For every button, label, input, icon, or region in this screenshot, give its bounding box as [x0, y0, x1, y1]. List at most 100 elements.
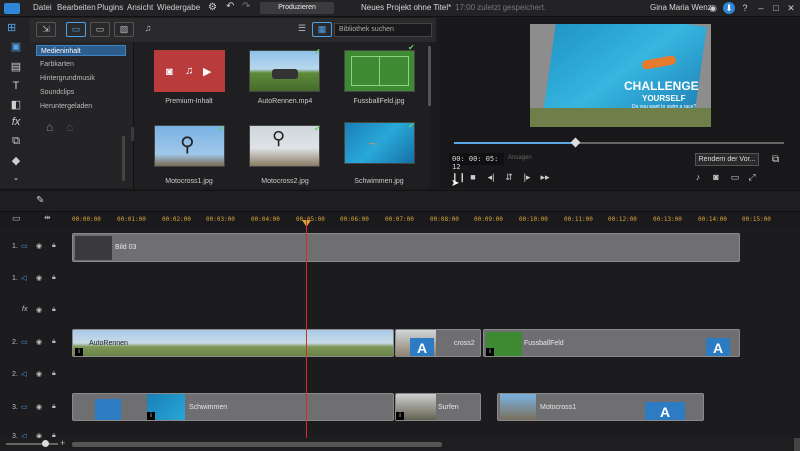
update-icon[interactable]: ⬇ [723, 2, 735, 14]
clip-info-icon[interactable]: i [486, 348, 494, 356]
library-scrollbar[interactable] [428, 46, 431, 106]
screen-layout-icon[interactable]: ⧉ [772, 154, 779, 165]
media-thumb-autorennen[interactable] [249, 50, 320, 92]
volume-icon[interactable]: ♪ [692, 171, 704, 183]
menu-wiedergabe[interactable]: Wiedergabe [157, 3, 200, 12]
library-search-input[interactable]: Bibliothek suchen [334, 23, 432, 37]
media-room-icon[interactable]: ▣ [8, 40, 24, 54]
stop-icon[interactable]: ■ [467, 171, 479, 183]
remove-tag-icon[interactable]: ⌂ [66, 120, 73, 134]
more-rooms-icon[interactable]: ⌄ [8, 173, 24, 187]
category-scrollbar[interactable] [122, 136, 125, 181]
media-thumb-motocross2[interactable]: ⚲ [249, 125, 320, 167]
transition-room-icon[interactable]: ◧ [8, 98, 24, 112]
clip-info-icon[interactable]: i [75, 348, 83, 356]
audio-track-icon[interactable]: ◁ [21, 274, 26, 282]
category-heruntergeladen[interactable]: Heruntergeladen [36, 101, 126, 112]
category-soundclips[interactable]: Soundclips [36, 87, 126, 98]
timeline-clip-bild[interactable]: Bild 03 [72, 233, 740, 262]
import-media-icon[interactable]: ⊞ [7, 21, 16, 34]
lock-icon[interactable]: 🔒︎ [52, 306, 56, 314]
close-icon[interactable]: ✕ [785, 2, 797, 14]
visibility-eye-icon[interactable]: ◉ [36, 403, 42, 411]
filter-audio-icon[interactable]: ♫ [138, 22, 158, 37]
category-farbkarten[interactable]: Farbkarten [36, 59, 126, 70]
minimize-icon[interactable]: – [755, 2, 767, 14]
prev-frame-icon[interactable]: ◂| [485, 171, 497, 183]
category-medieninhalt[interactable]: Medieninhalt [36, 45, 126, 56]
filter-image-icon[interactable]: ▨ [114, 22, 134, 37]
template-room-icon[interactable]: ▤ [8, 60, 24, 74]
premium-content-thumb[interactable]: ◙ ♫ ▶ [154, 50, 225, 92]
zoom-slider-handle[interactable] [42, 440, 49, 447]
add-tag-icon[interactable]: ⌂ [46, 120, 53, 134]
video-track-icon[interactable]: ▭ [21, 242, 28, 250]
media-thumb-motocross1[interactable]: ⚲ [154, 125, 225, 167]
import-icon[interactable]: ⇲ [36, 22, 56, 37]
video-track-icon[interactable]: ▭ [21, 403, 28, 411]
snapshot-icon[interactable]: ◙ [710, 171, 722, 183]
timeline-clip-autorennen[interactable]: AutoRennen i [72, 329, 394, 357]
grid-view-icon[interactable]: ▦ [312, 22, 332, 37]
filter-video-icon[interactable]: ▭ [66, 22, 86, 37]
preview-canvas[interactable]: CHALLENGE YOURSELF Do you want to swim a… [530, 24, 711, 127]
fullscreen-icon[interactable]: ⤢ [746, 171, 758, 183]
fx-track-icon[interactable]: fx [22, 306, 27, 313]
help-icon[interactable]: ? [739, 2, 751, 14]
timeline-clip-motocross2[interactable]: A cross2 [395, 329, 481, 357]
video-track-icon[interactable]: ▭ [21, 338, 28, 346]
clip-info-icon[interactable]: i [147, 412, 155, 420]
filter-video-icon[interactable]: ▭ [90, 22, 110, 37]
lock-icon[interactable]: 🔒︎ [52, 338, 56, 346]
menu-bearbeiten[interactable]: Bearbeiten [57, 3, 96, 12]
lock-icon[interactable]: 🔒︎ [52, 403, 56, 411]
playhead-line[interactable] [306, 220, 307, 442]
fit-timeline-icon[interactable]: ⇹ [44, 213, 51, 222]
maximize-icon[interactable]: □ [770, 2, 782, 14]
menu-datei[interactable]: Datei [33, 3, 52, 12]
list-view-icon[interactable]: ☰ [292, 22, 312, 37]
visibility-eye-icon[interactable]: ◉ [36, 338, 42, 346]
visibility-eye-icon[interactable]: ◉ [36, 370, 42, 378]
particle-room-icon[interactable]: ◆ [8, 154, 24, 168]
clip-info-icon[interactable]: i [396, 412, 404, 420]
timeline-ruler[interactable]: 00:00:00 00:01:00 00:02:00 00:03:00 00:0… [70, 212, 800, 226]
visibility-eye-icon[interactable]: ◉ [36, 274, 42, 282]
audio-track-icon[interactable]: ◁ [21, 370, 26, 378]
zoom-slider[interactable] [6, 443, 58, 445]
undo-icon[interactable]: ↶ [226, 1, 234, 12]
title-room-icon[interactable]: T [8, 80, 24, 94]
split-clip-icon[interactable]: ⇵ [503, 171, 515, 183]
settings-gear-icon[interactable]: ⚙ [208, 2, 217, 13]
timecode-display[interactable]: 00: 00: 05: 12 [449, 153, 504, 171]
fast-forward-icon[interactable]: ▸▸ [539, 171, 551, 183]
render-preview-button[interactable]: Rendern der Vor... [695, 153, 759, 166]
media-thumb-schwimmen[interactable]: ~ [344, 122, 415, 164]
media-thumb-fussballfeld[interactable] [344, 50, 415, 92]
timeline-clip-surfen[interactable]: i Surfen [395, 393, 481, 421]
category-hintergrundmusik[interactable]: Hintergrundmusik [36, 73, 126, 84]
track-manager-icon[interactable]: ▭ [12, 213, 21, 224]
pip-room-icon[interactable]: ⧉ [8, 135, 24, 149]
account-icon[interactable]: ◉ [707, 2, 719, 14]
lock-icon[interactable]: 🔒︎ [52, 242, 56, 250]
zoom-in-icon[interactable]: + [60, 438, 65, 448]
visibility-eye-icon[interactable]: ◉ [36, 242, 42, 250]
next-frame-icon[interactable]: |▸ [521, 171, 533, 183]
redo-icon[interactable]: ↷ [242, 1, 250, 12]
subtitles-icon[interactable]: ▭ [729, 171, 741, 183]
menu-plugins[interactable]: Plugins [97, 3, 123, 12]
lock-icon[interactable]: 🔒︎ [52, 370, 56, 378]
timeline-clip-motocross1[interactable]: Motocross1 A [497, 393, 704, 421]
effect-room-icon[interactable]: fx [8, 116, 24, 130]
timeline-clip-schwimmen[interactable]: i Schwimmen [72, 393, 394, 421]
timeline-hscroll[interactable] [72, 442, 442, 447]
visibility-eye-icon[interactable]: ◉ [36, 306, 42, 314]
timecode-mode[interactable]: Ansagen [508, 155, 550, 161]
timeline-clip-fussballfeld[interactable]: i FussballFeld A [483, 329, 740, 357]
timeline-vscroll[interactable] [794, 438, 800, 451]
menu-ansicht[interactable]: Ansicht [127, 3, 153, 12]
edit-tool-icon[interactable]: ✎ [36, 195, 44, 206]
produce-button[interactable]: Produzieren [260, 2, 334, 14]
lock-icon[interactable]: 🔒︎ [52, 274, 56, 282]
